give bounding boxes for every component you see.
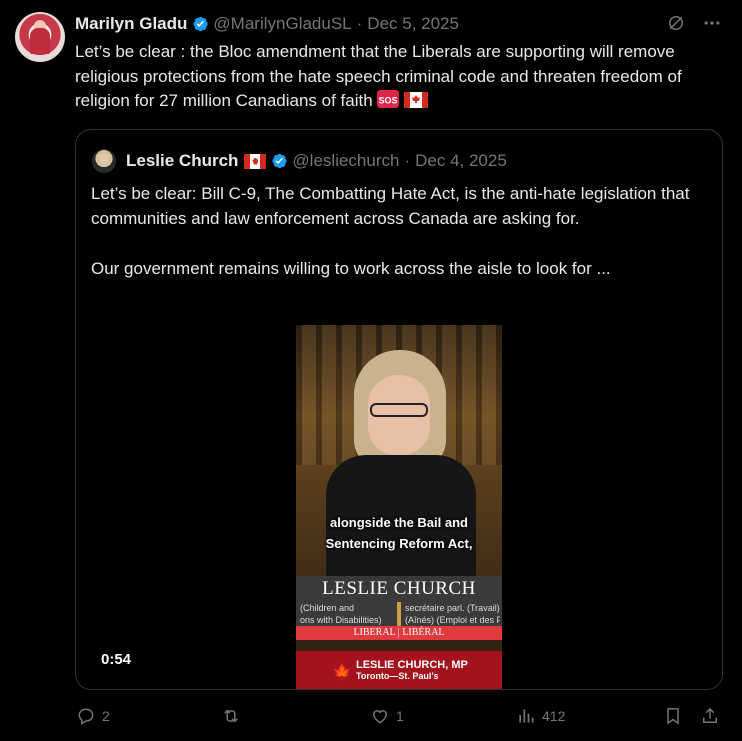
canada-flag-icon [404,92,429,108]
like-button[interactable]: 1 [370,706,404,726]
views-chart-icon [519,709,534,723]
caption-line-2: Sentencing Reform Act, [325,536,473,551]
post-date[interactable]: Dec 5, 2025 [367,14,459,34]
quoted-author-handle[interactable]: @lesliechurch [292,151,399,171]
video-player[interactable]: alongside the Bail and Sentencing Reform… [76,325,722,689]
reply-icon [78,708,94,725]
views-button[interactable]: 412 [516,706,565,726]
verified-badge-icon [272,153,288,169]
mp-name: LESLIE CHURCH, MP [356,659,468,671]
quoted-post[interactable]: Leslie Church @lesliechurch · Dec 4, 202… [75,129,723,690]
svg-text:SOS: SOS [379,96,398,106]
bookmark-button[interactable] [663,706,683,726]
verified-badge-icon [193,16,209,32]
quoted-post-text: Let’s be clear: Bill C-9, The Combatting… [91,181,706,306]
caption-line-1: alongside the Bail and [330,515,468,530]
heart-icon [372,710,388,724]
author-avatar[interactable] [15,12,65,62]
party-banner: LIBERAL | LIBÉRAL [296,626,502,640]
role-left: (Children and ons with Disabilities) [300,603,382,625]
avatar-figure [30,28,50,54]
action-bar: 2 1 412 [76,706,726,730]
sos-emoji-icon: SOS [377,90,400,108]
view-count: 412 [542,708,566,724]
quoted-author-name[interactable]: Leslie Church [126,151,238,171]
author-handle[interactable]: @MarilynGladuSL [213,14,351,34]
share-icon [703,707,717,723]
quoted-paragraph-2: Our government remains willing to work a… [91,259,611,278]
maple-leaf-icon: 🍁 [332,663,352,681]
lower-third-name: LESLIE CHURCH [322,578,476,599]
grok-icon[interactable] [666,13,686,33]
quoted-author-avatar[interactable] [92,149,116,173]
more-options-icon[interactable] [702,13,722,33]
canada-flag-icon [244,153,267,169]
quoted-paragraph-1: Let’s be clear: Bill C-9, The Combatting… [91,184,690,228]
role-right: secrétaire parl. (Travail) ( (Aînés) (Em… [405,603,500,625]
video-duration: 0:54 [101,651,132,668]
reply-button[interactable]: 2 [76,706,110,726]
repost-button[interactable] [221,706,247,726]
repost-icon [224,709,238,723]
author-name[interactable]: Marilyn Gladu [75,14,187,34]
separator-dot: · [404,151,411,170]
post-header: Marilyn Gladu @MarilynGladuSL · Dec 5, 2… [75,13,722,35]
lower-third-roles: (Children and ons with Disabilities) sec… [296,602,502,626]
like-count: 1 [396,708,404,724]
share-button[interactable] [700,706,720,726]
speaker-glasses [370,403,428,417]
quoted-post-date[interactable]: Dec 4, 2025 [415,151,507,171]
quoted-post-header: Leslie Church @lesliechurch · Dec 4, 202… [126,149,507,173]
separator-dot: · [356,14,363,33]
bookmark-icon [667,708,679,725]
reply-count: 2 [102,708,110,724]
mp-banner: 🍁 LESLIE CHURCH, MP Toronto—St. Paul’s [296,651,502,689]
video-caption: alongside the Bail and Sentencing Reform… [296,512,502,554]
video-frame: alongside the Bail and Sentencing Reform… [296,325,502,689]
mp-riding: Toronto—St. Paul’s [356,671,439,681]
post-text: Let’s be clear : the Bloc amendment that… [75,40,720,114]
header-actions [666,13,722,33]
